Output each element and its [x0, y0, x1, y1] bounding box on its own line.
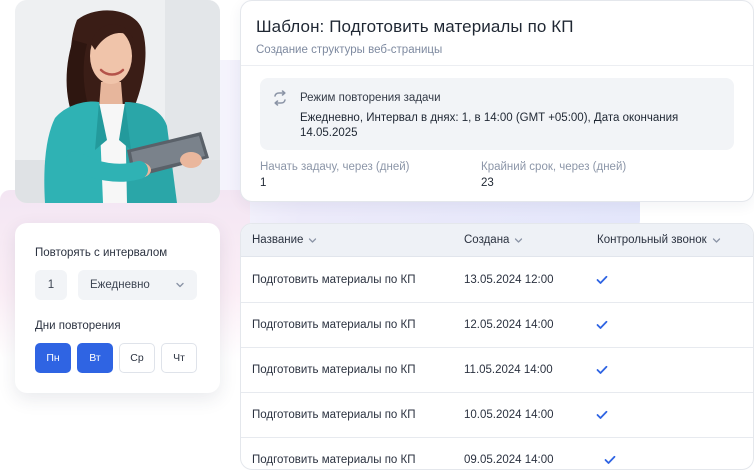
- template-subtitle: Создание структуры веб-страницы: [256, 44, 443, 56]
- table-row[interactable]: Подготовить материалы по КП 10.05.2024 14…: [241, 393, 753, 438]
- day-button[interactable]: Пн: [35, 343, 71, 373]
- chevron-down-icon: [515, 237, 523, 243]
- table-row[interactable]: Подготовить материалы по КП 09.05.2024 14…: [241, 438, 753, 469]
- tasks-table: Название Создана Контрольный звонок Подг…: [240, 223, 754, 470]
- repeat-days-label: Дни повторения: [35, 320, 121, 332]
- task-created: 13.05.2024 12:00: [464, 274, 554, 286]
- table-row[interactable]: Подготовить материалы по КП 12.05.2024 14…: [241, 303, 753, 348]
- day-button[interactable]: Вт: [77, 343, 113, 373]
- task-created: 10.05.2024 14:00: [464, 409, 554, 421]
- check-icon: [596, 320, 608, 329]
- interval-count-input[interactable]: 1: [35, 270, 67, 300]
- interval-label: Повторять с интервалом: [35, 247, 168, 259]
- task-name: Подготовить материалы по КП: [252, 454, 416, 466]
- interval-period-select[interactable]: Ежедневно: [78, 270, 197, 300]
- check-icon: [596, 275, 608, 284]
- day-button[interactable]: Чт: [161, 343, 197, 373]
- task-name: Подготовить материалы по КП: [252, 409, 416, 421]
- repeat-mode-title: Режим повторения задачи: [300, 92, 441, 104]
- woman-with-tablet-photo: [15, 0, 220, 203]
- deadline-value[interactable]: 23: [481, 177, 494, 189]
- chevron-down-icon: [176, 282, 184, 288]
- template-card-header: Шаблон: Подготовить материалы по КП Созд…: [241, 1, 753, 66]
- column-header-name[interactable]: Название: [252, 234, 317, 246]
- chevron-down-icon: [712, 237, 720, 243]
- task-created: 09.05.2024 14:00: [464, 454, 554, 466]
- day-button[interactable]: Ср: [119, 343, 155, 373]
- task-created: 12.05.2024 14:00: [464, 319, 554, 331]
- task-name: Подготовить материалы по КП: [252, 364, 416, 376]
- check-icon: [596, 365, 608, 374]
- interval-period-value: Ежедневно: [90, 279, 150, 291]
- column-header-created[interactable]: Создана: [464, 234, 523, 246]
- start-label: Начать задачу, через (дней): [260, 161, 410, 173]
- task-created: 11.05.2024 14:00: [464, 364, 553, 376]
- repeat-mode-description: Ежедневно, Интервал в днях: 1, в 14:00 (…: [300, 112, 679, 139]
- deadline-label: Крайний срок, через (дней): [481, 161, 627, 173]
- task-name: Подготовить материалы по КП: [252, 274, 416, 286]
- repeat-icon: [274, 90, 286, 106]
- interval-card: Повторять с интервалом 1 Ежедневно Дни п…: [15, 223, 220, 393]
- table-row[interactable]: Подготовить материалы по КП 13.05.2024 12…: [241, 258, 753, 303]
- template-card: Шаблон: Подготовить материалы по КП Созд…: [240, 0, 754, 202]
- repeat-mode-box[interactable]: Режим повторения задачи Ежедневно, Интер…: [260, 78, 734, 150]
- table-row[interactable]: Подготовить материалы по КП 11.05.2024 14…: [241, 348, 753, 393]
- table-header: Название Создана Контрольный звонок: [241, 224, 753, 257]
- column-header-control-call[interactable]: Контрольный звонок: [597, 234, 721, 246]
- chevron-down-icon: [309, 237, 317, 243]
- template-title: Шаблон: Подготовить материалы по КП: [256, 17, 574, 36]
- start-value[interactable]: 1: [260, 177, 266, 189]
- check-icon: [604, 455, 616, 464]
- task-name: Подготовить материалы по КП: [252, 319, 416, 331]
- check-icon: [596, 410, 608, 419]
